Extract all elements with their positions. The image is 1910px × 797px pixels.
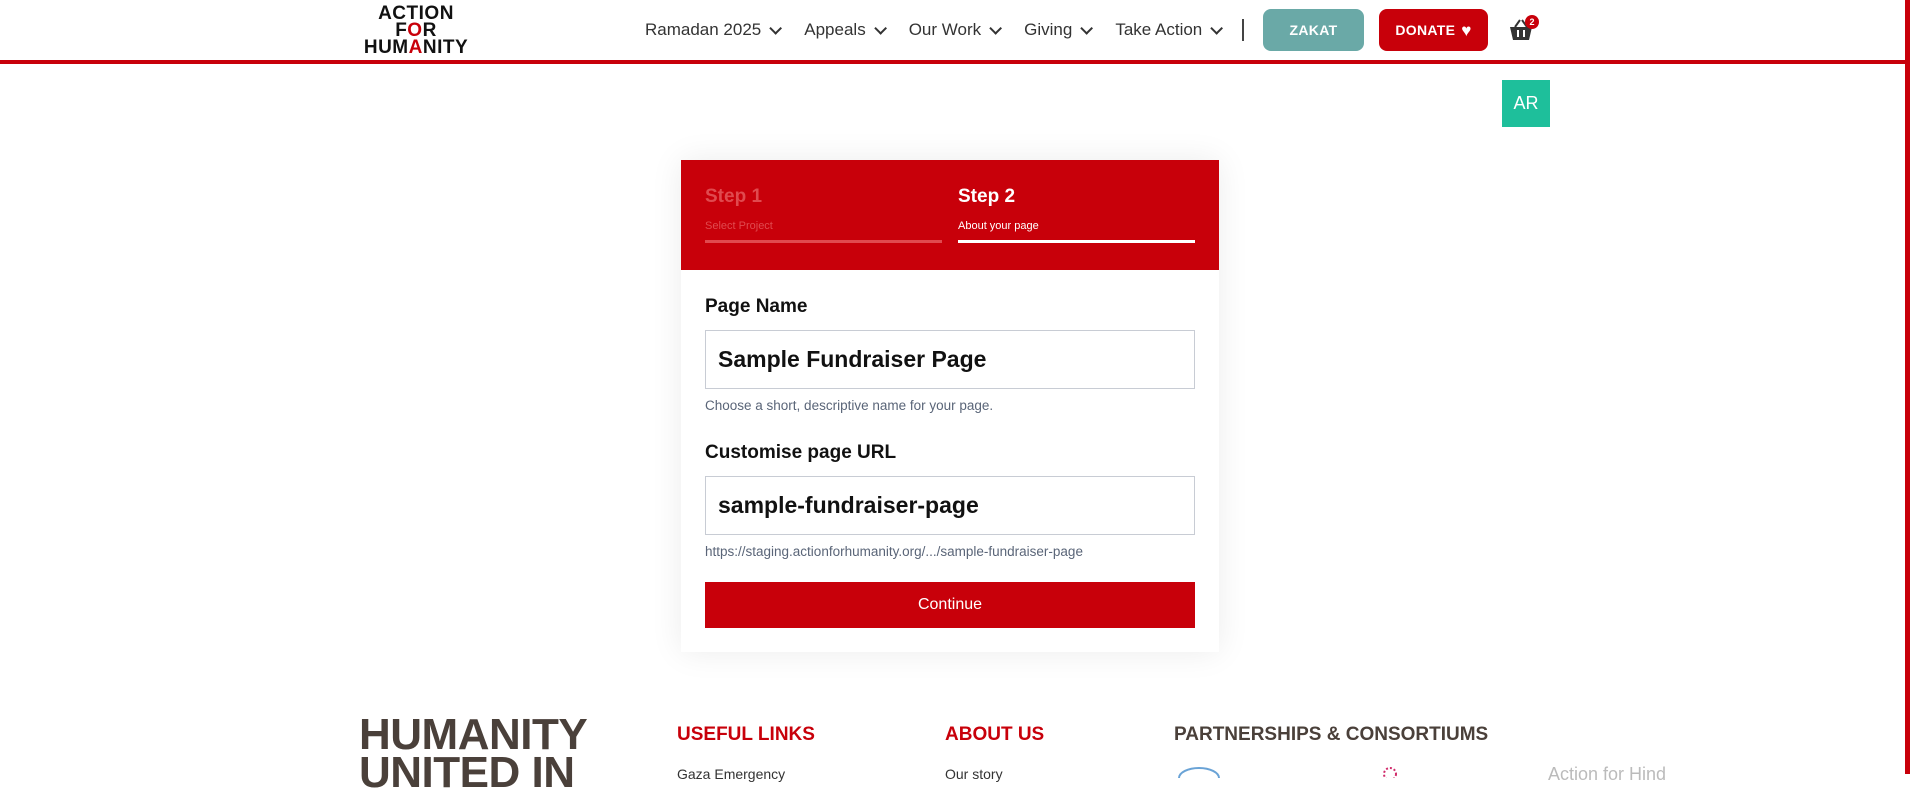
chevron-down-icon [1210,21,1224,35]
chevron-down-icon [989,21,1003,35]
un-partner-logo-icon[interactable] [1174,764,1224,778]
fundraiser-form-card: Step 1 Select Project Step 2 About your … [681,160,1219,652]
zakat-button[interactable]: ZAKAT [1263,9,1364,51]
continue-button[interactable]: Continue [705,582,1195,628]
step-title: Step 2 [958,186,1016,207]
page-name-help: Choose a short, descriptive name for you… [705,398,994,413]
step-bar [958,240,1195,243]
step-1[interactable]: Step 1 Select Project [705,186,942,243]
nav-item-ramadan[interactable]: Ramadan 2025 [645,20,783,40]
step-title: Step 1 [705,186,763,207]
about-us-heading: ABOUT US [945,724,1045,745]
heart-icon: ♥ [1461,20,1472,40]
page-url-input[interactable] [705,476,1195,535]
nav-label: Ramadan 2025 [645,20,762,39]
partner-logo-text[interactable]: Action for Hind [1548,764,1666,784]
footer-brand-text: HUMANITY UNITED IN [359,710,588,797]
partner-emblem-icon[interactable] [1375,764,1405,778]
donate-label: DONATE [1395,22,1456,38]
nav-label: Appeals [804,20,866,39]
chevron-down-icon [769,21,783,35]
step-bar [705,240,942,243]
action-for-humanity-logo[interactable]: ACTION FOR HUMANITY [359,4,473,57]
site-header: ACTION FOR HUMANITY Ramadan 2025 Appeals… [0,0,1910,64]
page-scrollbar[interactable] [1905,0,1910,774]
step-2[interactable]: Step 2 About your page [958,186,1195,243]
footer-link-our-story[interactable]: Our story [945,766,1003,782]
main-nav: Ramadan 2025 Appeals Our Work Giving Tak… [645,0,1245,60]
nav-item-take-action[interactable]: Take Action [1115,20,1224,40]
nav-item-giving[interactable]: Giving [1024,20,1094,40]
donate-button[interactable]: DONATE ♥ [1379,9,1488,51]
page-name-input[interactable] [705,330,1195,389]
nav-item-appeals[interactable]: Appeals [804,20,887,40]
language-switch-button[interactable]: AR [1502,80,1550,127]
nav-label: Take Action [1115,20,1203,39]
page-url-label: Customise page URL [705,442,897,463]
cart-count-badge: 2 [1525,15,1539,29]
page-name-label: Page Name [705,296,808,317]
footer-link-gaza[interactable]: Gaza Emergency [677,766,785,782]
useful-links-heading: USEFUL LINKS [677,724,815,745]
nav-divider [1242,19,1244,41]
step-subtitle: About your page [958,220,1039,232]
page-url-preview: https://staging.actionforhumanity.org/..… [705,544,1083,559]
chevron-down-icon [873,21,887,35]
chevron-down-icon [1080,21,1094,35]
nav-item-our-work[interactable]: Our Work [908,20,1003,40]
scrollbar-thumb[interactable] [1905,0,1910,774]
nav-label: Giving [1024,20,1073,39]
step-progress: Step 1 Select Project Step 2 About your … [681,160,1219,270]
step-subtitle: Select Project [705,220,773,232]
nav-label: Our Work [908,20,982,39]
partnerships-heading: PARTNERSHIPS & CONSORTIUMS [1174,724,1489,745]
